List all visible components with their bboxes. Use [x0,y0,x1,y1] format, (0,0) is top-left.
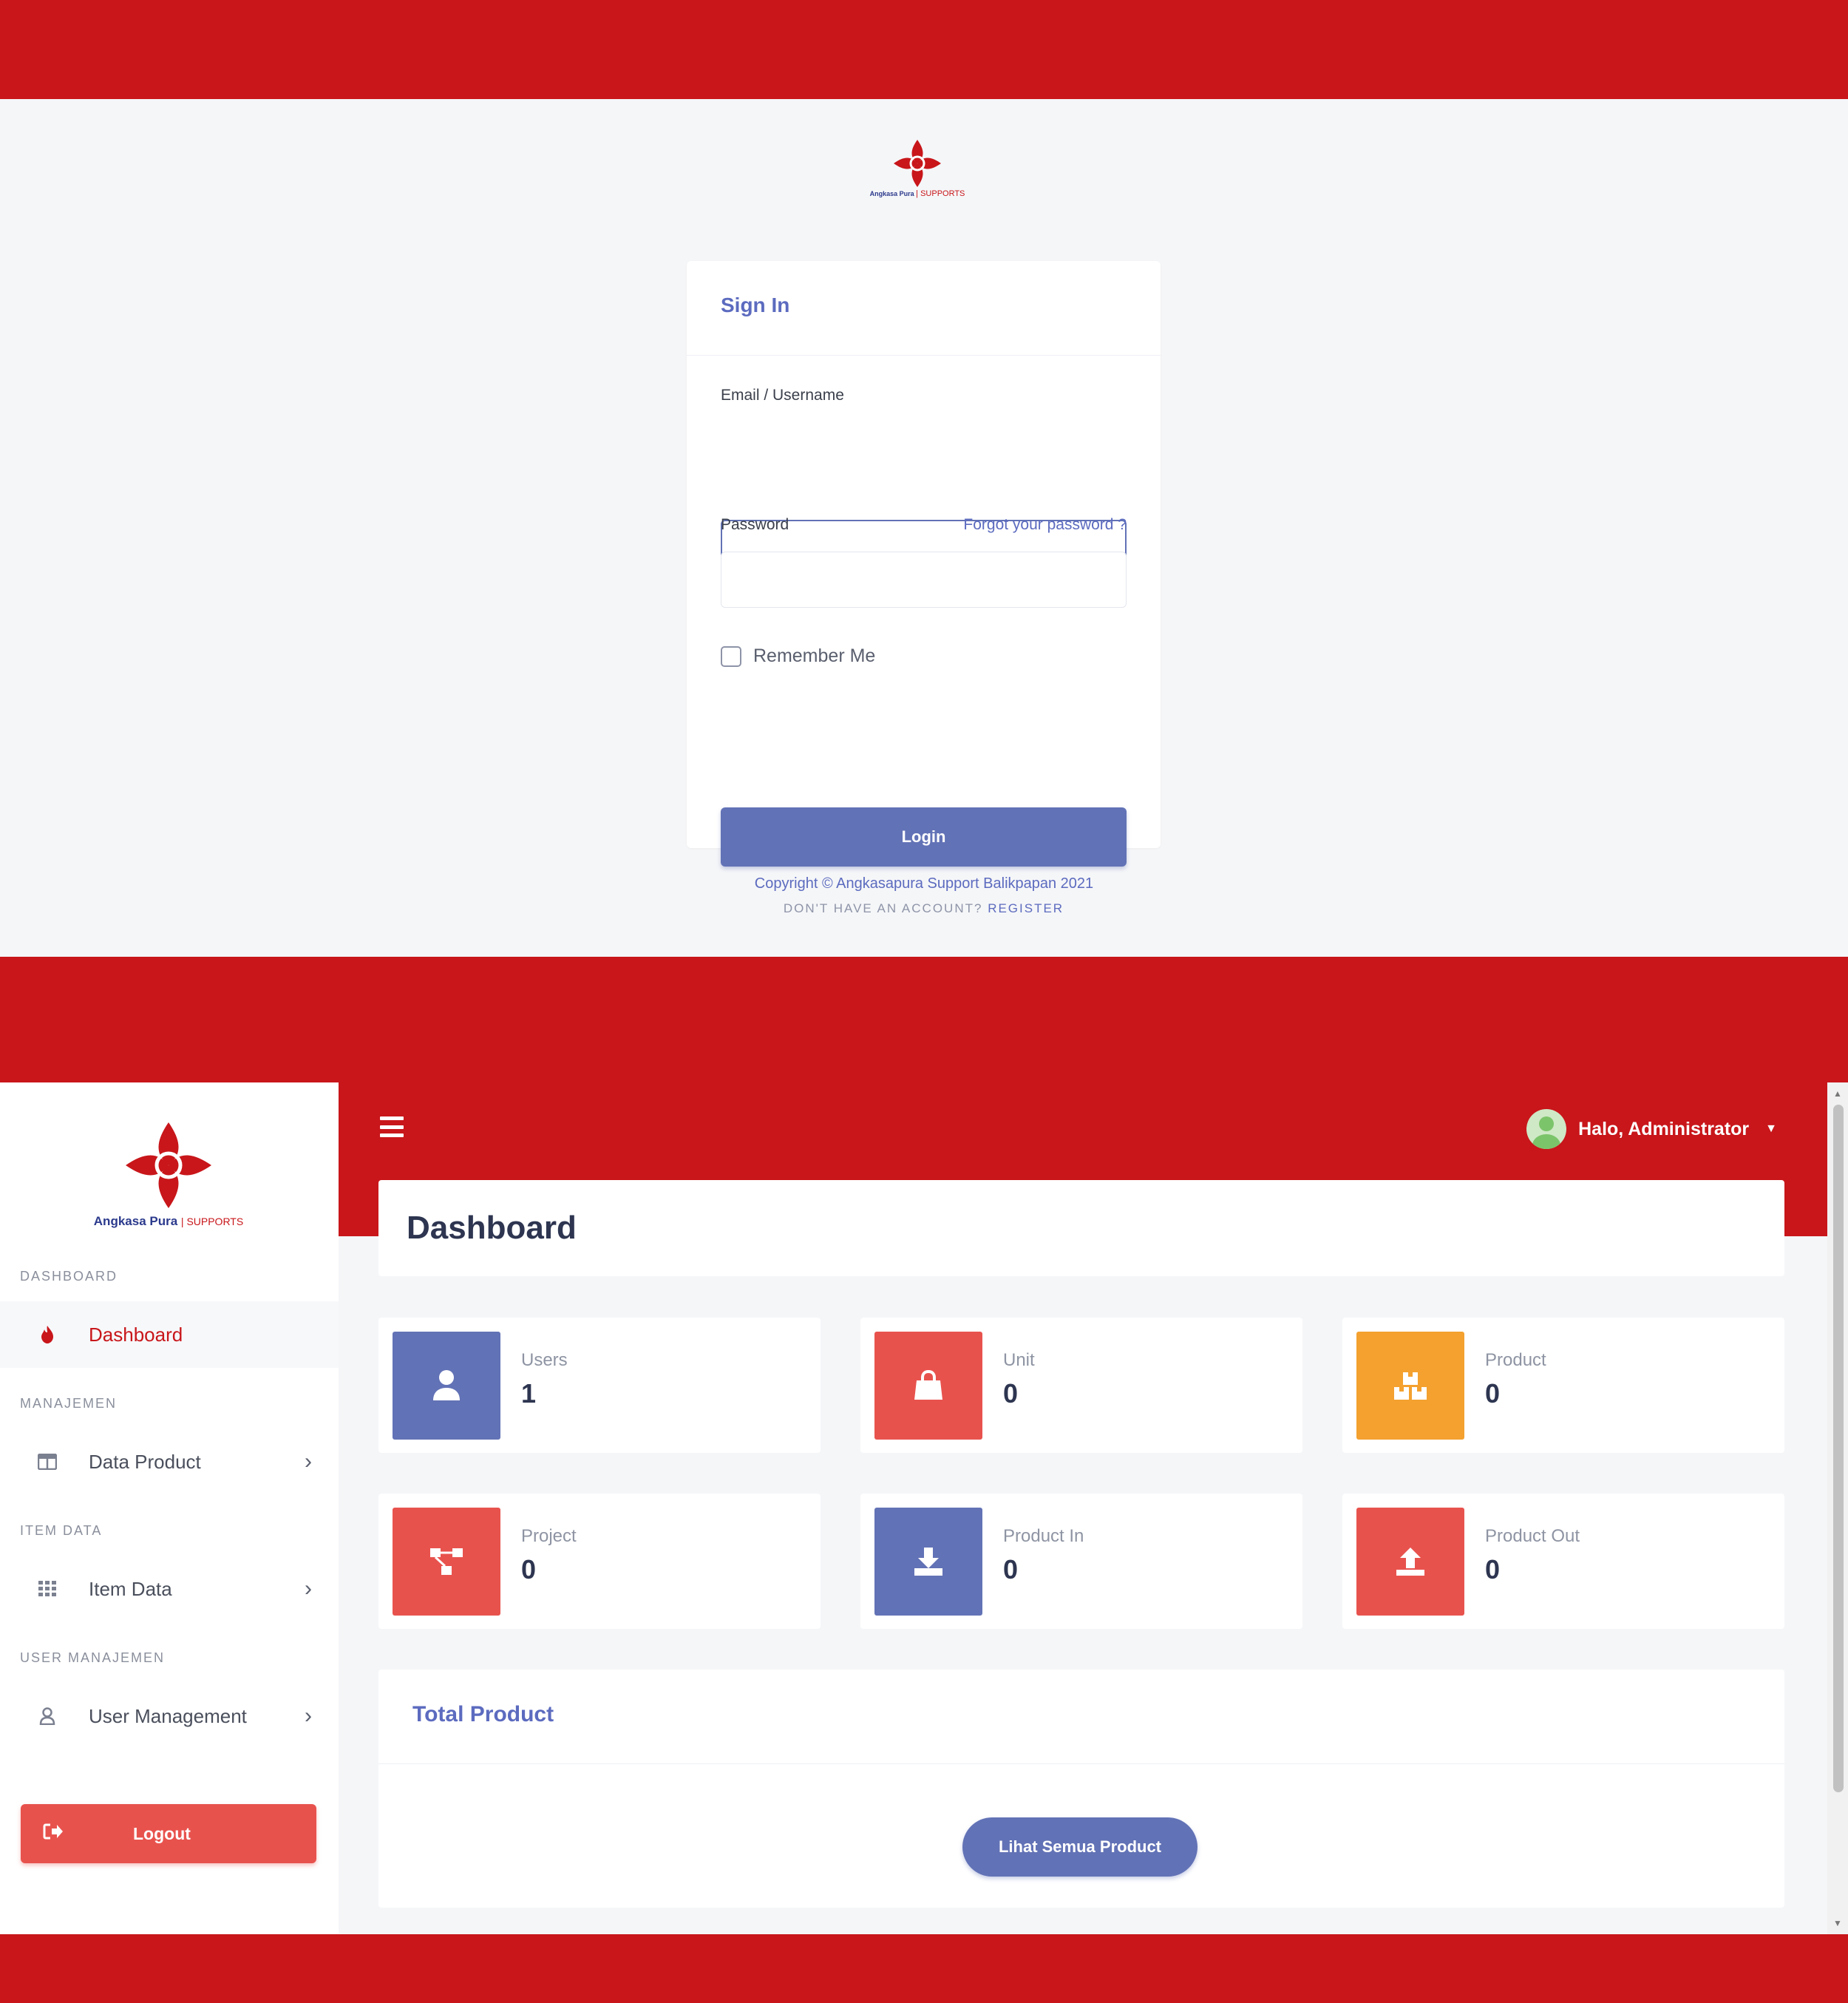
brand-logo-text: Angkasa Pura | SUPPORTS [869,189,965,198]
stat-value: 0 [1485,1554,1501,1585]
middle-red-band [0,957,1848,1082]
forgot-password-link[interactable]: Forgot your password ? [963,516,1127,534]
stat-card-product-out: Product Out 0 [1342,1494,1784,1629]
login-page: Angkasa Pura | SUPPORTS Sign In Email / … [0,99,1848,957]
sidebar-item-data-product[interactable]: Data Product › [0,1428,339,1495]
signin-card-header: Sign In [687,261,1161,356]
sidebar-section-user-manajemen: USER MANAJEMEN [20,1650,166,1665]
total-product-card: Total Product Lihat Semua Product [378,1670,1784,1908]
remember-me-label: Remember Me [753,645,876,666]
top-red-band [0,0,1848,99]
remember-me-checkbox[interactable] [721,645,741,667]
download-icon [874,1508,982,1616]
project-diagram-icon [393,1508,500,1616]
total-product-header: Total Product [378,1670,1784,1764]
brand-logo: Angkasa Pura | SUPPORTS [869,138,965,204]
table-icon [37,1454,58,1470]
stat-label: Unit [1003,1350,1035,1370]
sidebar-brand-text: Angkasa Pura | SUPPORTS [93,1214,244,1228]
sidebar-item-item-data[interactable]: Item Data › [0,1556,339,1622]
stat-card-users: Users 1 [378,1318,821,1453]
chevron-right-icon: › [305,1449,312,1474]
fire-icon [37,1325,58,1344]
stat-value: 0 [1003,1378,1019,1409]
sidebar-item-label: Data Product [89,1450,201,1473]
page-header: Dashboard [378,1180,1784,1276]
logout-label: Logout [133,1823,191,1843]
stat-card-project: Project 0 [378,1494,821,1629]
remember-me-row: Remember Me [721,645,875,667]
caret-down-icon: ▼ [1765,1122,1777,1135]
login-button[interactable]: Login [721,807,1127,867]
stat-label: Users [521,1350,568,1370]
user-greeting: Halo, Administrator [1578,1118,1750,1139]
view-all-products-button[interactable]: Lihat Semua Product [962,1817,1198,1877]
shopping-bag-icon [874,1332,982,1440]
stat-value: 0 [1003,1554,1019,1585]
stat-card-product: Product 0 [1342,1318,1784,1453]
scrollbar[interactable]: ▲ ▼ [1827,1082,1848,1934]
boxes-icon [1356,1332,1464,1440]
grid-icon [37,1581,58,1597]
stat-value: 0 [1485,1378,1501,1409]
stat-value: 0 [521,1554,537,1585]
logout-button[interactable]: Logout [21,1804,316,1863]
chevron-right-icon: › [305,1576,312,1601]
stat-label: Product [1485,1350,1546,1370]
sidebar-item-label: Item Data [89,1577,172,1600]
password-label: Password [721,516,789,533]
stat-label: Project [521,1526,577,1546]
password-field[interactable] [721,552,1127,608]
sidebar-item-label: Dashboard [89,1323,183,1346]
stat-label: Product In [1003,1526,1084,1546]
sidebar-item-user-management[interactable]: User Management › [0,1683,339,1749]
register-prompt-text: DON'T HAVE AN ACCOUNT? [783,901,983,915]
email-label: Email / Username [721,387,844,404]
register-link[interactable]: REGISTER [988,901,1064,915]
sidebar-section-manajemen: MANAJEMEN [20,1396,118,1411]
signin-title: Sign In [721,294,790,316]
page-title: Dashboard [407,1210,577,1246]
main-content: Halo, Administrator ▼ Dashboard Users 1 … [339,1082,1848,1934]
sidebar-section-item-data: ITEM DATA [20,1523,103,1538]
avatar [1526,1109,1567,1149]
user-icon [37,1707,58,1725]
sidebar-item-dashboard[interactable]: Dashboard [0,1301,339,1368]
stat-label: Product Out [1485,1526,1580,1546]
sign-out-icon [43,1823,64,1845]
stat-card-unit: Unit 0 [860,1318,1302,1453]
sidebar-section-dashboard: DASHBOARD [20,1269,118,1284]
menu-toggle-icon[interactable] [380,1116,404,1137]
chevron-right-icon: › [305,1704,312,1728]
stat-card-product-in: Product In 0 [860,1494,1302,1629]
sidebar-item-label: User Management [89,1704,247,1727]
sidebar-brand-logo: Angkasa Pura | SUPPORTS [87,1119,250,1230]
signin-card: Sign In Email / Username Password Forgot… [687,261,1161,915]
user-menu[interactable]: Halo, Administrator ▼ [1526,1109,1777,1149]
user-icon [393,1332,500,1440]
scrollbar-thumb[interactable] [1833,1105,1844,1792]
sidebar: Angkasa Pura | SUPPORTS DASHBOARD Dashbo… [0,1082,339,1934]
total-product-title: Total Product [412,1702,554,1726]
copyright-text: Copyright © Angkasapura Support Balikpap… [754,875,1094,892]
scroll-down-icon[interactable]: ▼ [1833,1918,1842,1928]
upload-icon [1356,1508,1464,1616]
bottom-red-band [0,1934,1848,2003]
stat-value: 1 [521,1378,537,1409]
scroll-up-icon[interactable]: ▲ [1833,1088,1842,1099]
register-prompt: DON'T HAVE AN ACCOUNT? REGISTER [687,901,1161,916]
